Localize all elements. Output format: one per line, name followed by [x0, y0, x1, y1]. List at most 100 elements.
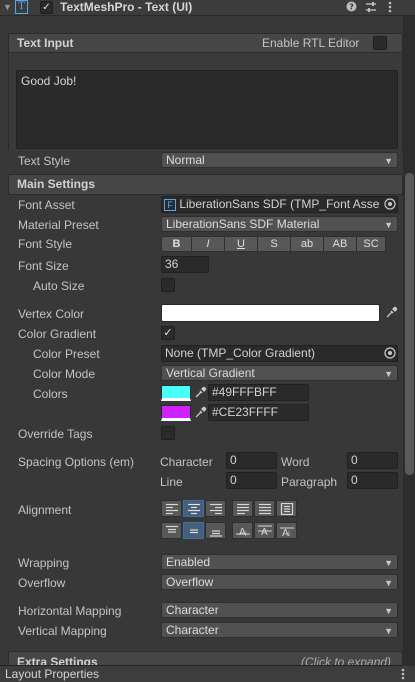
enable-rtl-label: Enable RTL Editor — [262, 36, 360, 50]
override-tags-checkbox[interactable] — [161, 426, 175, 440]
align-justified-icon — [237, 503, 249, 515]
color-mode-dropdown[interactable]: Vertical Gradient ▼ — [161, 365, 398, 381]
enable-rtl-checkbox[interactable] — [373, 36, 387, 50]
align-top-button[interactable] — [161, 522, 182, 539]
align-top-icon — [166, 525, 178, 533]
align-flush-button[interactable] — [254, 500, 275, 517]
align-midline-icon: A — [258, 525, 272, 537]
inspector-scrollbar-thumb[interactable] — [405, 173, 414, 475]
align-left-icon — [166, 503, 178, 515]
vertex-color-swatch[interactable] — [161, 304, 380, 322]
wrapping-dropdown[interactable]: Enabled ▼ — [161, 554, 398, 570]
paragraph-spacing-label: Paragraph — [281, 475, 338, 489]
horizontal-mapping-dropdown[interactable]: Character ▼ — [161, 602, 398, 618]
overflow-dropdown[interactable]: Overflow ▼ — [161, 574, 398, 590]
color-gradient-label: Color Gradient — [18, 327, 97, 341]
text-input-area[interactable]: Good Job! — [16, 70, 398, 149]
font-asset-icon: F — [164, 198, 176, 211]
material-preset-dropdown[interactable]: LiberationSans SDF Material ▼ — [161, 216, 398, 232]
gradient-color-bottom-hex-field[interactable]: #CE23FFFF — [208, 404, 309, 421]
align-geometry-center-button[interactable] — [276, 500, 297, 517]
bold-button[interactable]: B — [161, 236, 192, 252]
layout-properties-bar[interactable]: Layout Properties — [0, 665, 415, 682]
color-mode-value: Vertical Gradient — [166, 366, 255, 380]
uppercase-button[interactable]: AB — [323, 236, 357, 252]
layout-properties-title: Layout Properties — [5, 667, 100, 681]
smallcaps-button[interactable]: SC — [356, 236, 386, 252]
align-left-button[interactable] — [161, 500, 182, 517]
word-spacing-field[interactable]: 0 — [347, 452, 398, 469]
wrapping-label: Wrapping — [18, 556, 70, 570]
auto-size-label: Auto Size — [33, 279, 85, 293]
spacing-options-label: Spacing Options (em) — [18, 455, 135, 469]
align-capline-button[interactable]: Ai — [276, 522, 297, 539]
wrapping-value: Enabled — [166, 555, 211, 569]
align-flush-icon — [259, 503, 271, 515]
align-bottom-icon — [210, 530, 222, 537]
align-middle-icon — [190, 529, 198, 534]
auto-size-checkbox[interactable] — [161, 278, 175, 292]
override-tags-label: Override Tags — [18, 427, 93, 441]
overflow-value: Overflow — [166, 575, 214, 589]
italic-button[interactable]: I — [191, 236, 225, 252]
vertex-color-label: Vertex Color — [18, 307, 85, 321]
eyedropper-icon[interactable] — [194, 406, 207, 422]
paragraph-spacing-field[interactable]: 0 — [347, 472, 398, 489]
vertical-mapping-dropdown[interactable]: Character ▼ — [161, 622, 398, 638]
context-menu-icon[interactable] — [401, 668, 405, 682]
text-input-section-header[interactable]: Text Input Enable RTL Editor — [8, 33, 403, 53]
component-header: ▼ T ✓ TextMeshPro - Text (UI) ? — [0, 0, 415, 16]
help-icon[interactable]: ? — [346, 1, 357, 16]
align-center-icon — [188, 503, 200, 515]
foldout-arrow-icon[interactable]: ▼ — [3, 2, 12, 12]
colors-label: Colors — [33, 387, 68, 401]
align-center-button[interactable] — [183, 500, 204, 517]
chevron-down-icon: ▼ — [384, 578, 393, 588]
object-picker-icon[interactable] — [384, 347, 396, 362]
font-asset-label: Font Asset — [18, 198, 75, 212]
font-asset-field[interactable]: F LiberationSans SDF (TMP_Font Asse — [161, 196, 398, 213]
align-middle-button[interactable] — [183, 522, 204, 539]
alignment-label: Alignment — [18, 503, 72, 517]
text-style-dropdown[interactable]: Normal ▼ — [161, 152, 398, 168]
align-geometry-center-icon — [280, 503, 294, 515]
font-style-label: Font Style — [18, 237, 73, 251]
svg-text:?: ? — [349, 3, 354, 12]
gradient-color-top-hex-field[interactable]: #49FFFBFF — [208, 384, 309, 401]
align-bottom-button[interactable] — [205, 522, 226, 539]
color-preset-label: Color Preset — [33, 347, 100, 361]
eyedropper-icon[interactable] — [385, 306, 398, 322]
component-enabled-checkbox[interactable]: ✓ — [40, 1, 53, 14]
align-midline-button[interactable]: A — [254, 522, 275, 539]
line-spacing-label: Line — [160, 475, 183, 489]
lowercase-button[interactable]: ab — [290, 236, 324, 252]
strikethrough-button[interactable]: S — [257, 236, 291, 252]
color-gradient-checkbox[interactable]: ✓ — [161, 326, 175, 340]
main-settings-section-title: Main Settings — [17, 177, 96, 191]
gradient-color-bottom-swatch[interactable] — [161, 405, 191, 421]
align-baseline-button[interactable]: Aị — [232, 522, 253, 539]
color-preset-field[interactable]: None (TMP_Color Gradient) — [161, 345, 398, 362]
underline-button[interactable]: U — [224, 236, 258, 252]
text-input-section-title: Text Input — [17, 36, 74, 50]
chevron-down-icon: ▼ — [384, 156, 393, 166]
context-menu-icon[interactable] — [388, 1, 392, 17]
color-mode-label: Color Mode — [33, 367, 96, 381]
vertical-mapping-label: Vertical Mapping — [18, 624, 107, 638]
material-preset-label: Material Preset — [18, 218, 99, 232]
gradient-color-top-swatch[interactable] — [161, 385, 191, 401]
vertical-mapping-value: Character — [166, 623, 219, 637]
preset-settings-icon[interactable] — [365, 1, 377, 17]
line-spacing-field[interactable]: 0 — [226, 472, 277, 489]
font-size-field[interactable]: 36 — [161, 256, 209, 273]
main-settings-section-header[interactable]: Main Settings — [8, 174, 403, 195]
character-spacing-field[interactable]: 0 — [226, 452, 277, 469]
word-spacing-label: Word — [281, 455, 310, 469]
align-right-button[interactable] — [205, 500, 226, 517]
align-justified-button[interactable] — [232, 500, 253, 517]
eyedropper-icon[interactable] — [194, 386, 207, 402]
chevron-down-icon: ▼ — [384, 220, 393, 230]
object-picker-icon[interactable] — [384, 198, 396, 213]
component-title: TextMeshPro - Text (UI) — [60, 0, 193, 14]
chevron-down-icon: ▼ — [384, 369, 393, 379]
